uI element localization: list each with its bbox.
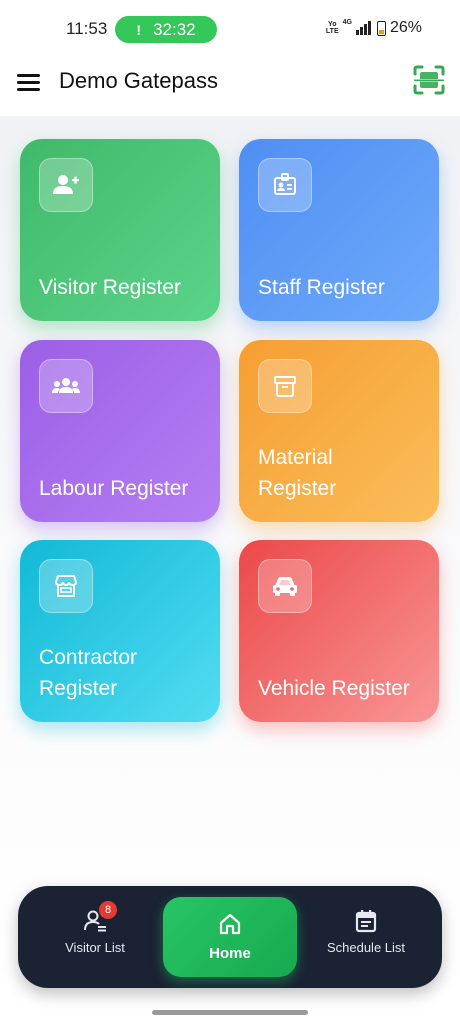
nav-schedule-list[interactable]: Schedule List	[320, 908, 412, 955]
nav-label: Schedule List	[326, 940, 406, 955]
gesture-home-indicator[interactable]	[152, 1010, 308, 1015]
app-bar: Demo Gatepass	[0, 58, 460, 116]
qr-scan-icon	[413, 65, 445, 95]
signal-icon	[355, 21, 371, 35]
person-add-icon	[39, 158, 93, 212]
status-bar: 11:53 ! 32:32 Yo LTE 4G 26%	[0, 0, 460, 58]
schedule-calendar-icon	[353, 908, 379, 934]
page-title: Demo Gatepass	[59, 68, 218, 93]
car-icon	[258, 559, 312, 613]
vehicle-register-card[interactable]: Vehicle Register	[239, 540, 439, 722]
material-register-card[interactable]: Material Register	[239, 340, 439, 522]
id-badge-icon	[258, 158, 312, 212]
person-list-icon: 8	[82, 901, 117, 934]
nav-visitor-list[interactable]: 8 Visitor List	[58, 901, 132, 955]
labour-register-card[interactable]: Labour Register	[20, 340, 220, 522]
nav-label: Home	[209, 945, 251, 962]
battery-icon	[376, 20, 386, 36]
network-type-icon: 4G	[342, 19, 352, 26]
visitor-register-card[interactable]: Visitor Register	[20, 139, 220, 321]
call-indicator-icon: !	[136, 21, 142, 38]
status-icons: Yo LTE 4G 26%	[326, 19, 422, 37]
call-timer: 32:32	[153, 19, 196, 39]
card-label: Labour Register	[39, 477, 189, 500]
ongoing-call-pill[interactable]: ! 32:32	[115, 16, 217, 43]
hamburger-menu-icon[interactable]	[16, 70, 42, 96]
home-icon	[217, 911, 243, 937]
battery-percent: 26%	[389, 19, 422, 36]
card-label: Staff Register	[258, 276, 385, 299]
card-label: Contractor Register	[39, 646, 138, 700]
status-time: 11:53	[66, 19, 108, 38]
staff-register-card[interactable]: Staff Register	[239, 139, 439, 321]
bottom-navigation: 8 Visitor List Home Schedule List	[18, 886, 442, 988]
card-label: Vehicle Register	[258, 677, 410, 700]
storefront-icon	[39, 559, 93, 613]
visitor-count-badge: 8	[99, 901, 117, 919]
qr-scan-button[interactable]	[412, 64, 446, 96]
nav-label: Visitor List	[65, 940, 125, 955]
group-icon	[39, 359, 93, 413]
nav-home[interactable]: Home	[163, 897, 297, 977]
card-label: Material Register	[258, 446, 337, 500]
card-label: Visitor Register	[39, 276, 181, 299]
volte-icon: Yo LTE	[325, 21, 339, 35]
archive-box-icon	[258, 359, 312, 413]
register-grid: Visitor Register Staff Register Labour R…	[0, 116, 460, 988]
contractor-register-card[interactable]: Contractor Register	[20, 540, 220, 722]
